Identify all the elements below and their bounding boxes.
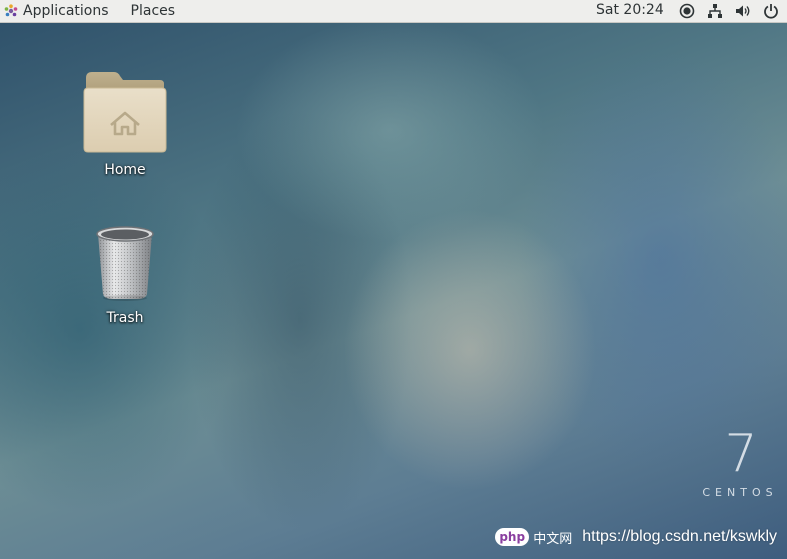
clock[interactable]: Sat 20:24: [596, 2, 664, 18]
php-logo: php: [495, 528, 530, 546]
volume-icon[interactable]: [735, 3, 751, 19]
centos-branding: 7 CENTOS: [700, 428, 780, 499]
trash-icon: [93, 224, 157, 306]
applications-menu[interactable]: Applications: [0, 3, 115, 19]
watermark: php 中文网 https://blog.csdn.net/kswkly: [495, 525, 777, 549]
desktop-icon-home[interactable]: Home: [70, 70, 180, 178]
desktop-icon-label: Trash: [106, 310, 144, 326]
power-icon[interactable]: [763, 3, 779, 19]
watermark-cn-text: 中文网: [533, 531, 573, 547]
gnome-foot-icon: [4, 4, 18, 18]
desktop-icon-trash[interactable]: Trash: [70, 224, 180, 326]
brand-version: 7: [724, 424, 758, 484]
home-folder-icon: [82, 70, 168, 158]
applications-label: Applications: [23, 3, 109, 19]
watermark-url: https://blog.csdn.net/kswkly: [582, 528, 777, 545]
system-tray: [679, 1, 779, 21]
top-bar: Applications Places Sat 20:24: [0, 0, 787, 23]
network-icon[interactable]: [707, 3, 723, 19]
places-menu[interactable]: Places: [131, 3, 176, 19]
desktop-icon-label: Home: [104, 162, 146, 178]
accessibility-icon[interactable]: [679, 3, 695, 19]
brand-name: CENTOS: [702, 486, 778, 499]
